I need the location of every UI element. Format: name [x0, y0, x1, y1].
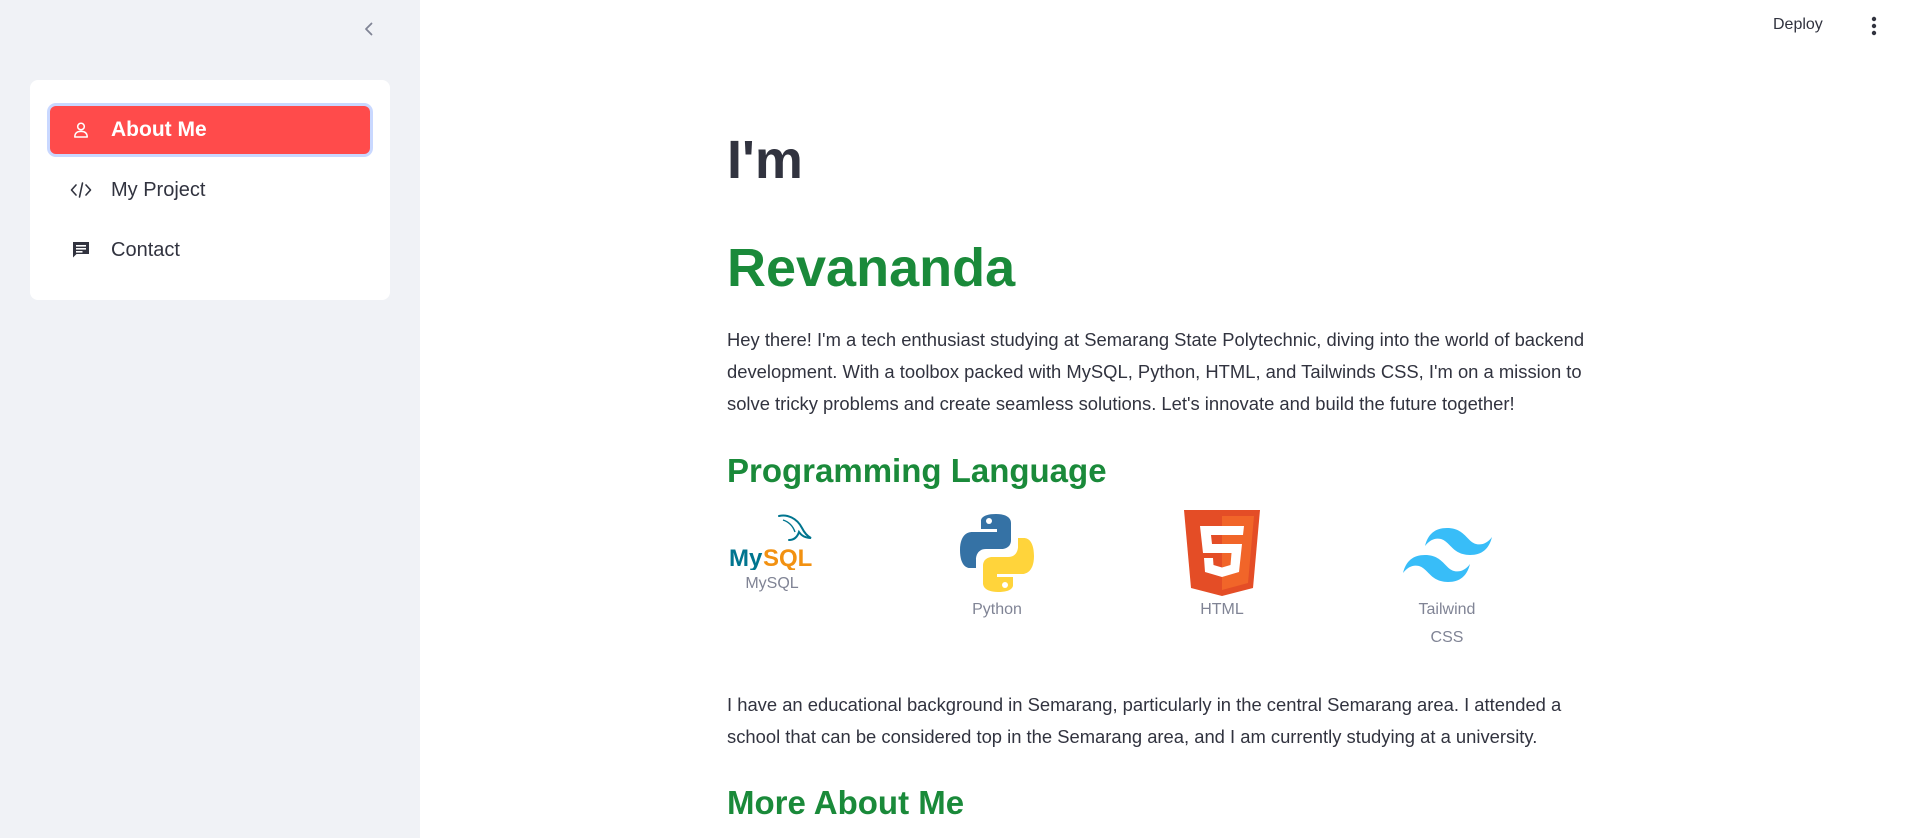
chat-icon	[69, 238, 93, 262]
code-icon	[69, 178, 93, 202]
language-caption: HTML	[1200, 601, 1244, 618]
nav-item-my-project[interactable]: My Project	[50, 166, 370, 214]
nav-item-about-me[interactable]: About Me	[50, 106, 370, 154]
language-caption: MySQL	[745, 575, 799, 592]
python-logo	[960, 514, 1034, 592]
more-about-heading: More About Me	[727, 784, 965, 821]
languages-heading: Programming Language	[727, 452, 1107, 489]
intro-paragraph: Hey there! I'm a tech enthusiast studyin…	[727, 329, 1585, 414]
language-python: Python	[952, 510, 1042, 624]
svg-text:SQL: SQL	[763, 545, 812, 570]
deploy-button[interactable]: Deploy	[1773, 13, 1823, 37]
navigation-menu: About Me My Project Contact	[30, 80, 390, 300]
page-title-prefix: I'm	[727, 130, 803, 190]
nav-item-contact[interactable]: Contact	[50, 226, 370, 274]
sidebar: About Me My Project Contact	[0, 0, 420, 838]
mysql-logo: My SQL	[729, 514, 812, 570]
person-icon	[69, 118, 93, 142]
kebab-menu-icon	[1871, 16, 1877, 36]
language-html: HTML	[1177, 510, 1267, 624]
nav-item-label: About Me	[111, 118, 207, 141]
language-tailwind: Tailwind CSS	[1402, 510, 1492, 652]
language-caption: Tailwind CSS	[1418, 601, 1476, 646]
tailwind-logo	[1403, 528, 1492, 582]
language-mysql: My SQL MySQL	[727, 510, 817, 598]
language-caption: Python	[972, 601, 1022, 618]
svg-text:My: My	[729, 545, 763, 570]
collapse-sidebar-button[interactable]	[356, 16, 382, 42]
chevron-left-icon	[365, 22, 373, 36]
main-menu-button[interactable]	[1862, 12, 1886, 40]
nav-item-label: My Project	[111, 178, 206, 201]
html5-logo	[1184, 510, 1260, 596]
nav-item-label: Contact	[111, 238, 180, 261]
education-paragraph: I have an educational background in Sema…	[727, 694, 1562, 747]
page-title-name: Revananda	[727, 238, 1016, 298]
